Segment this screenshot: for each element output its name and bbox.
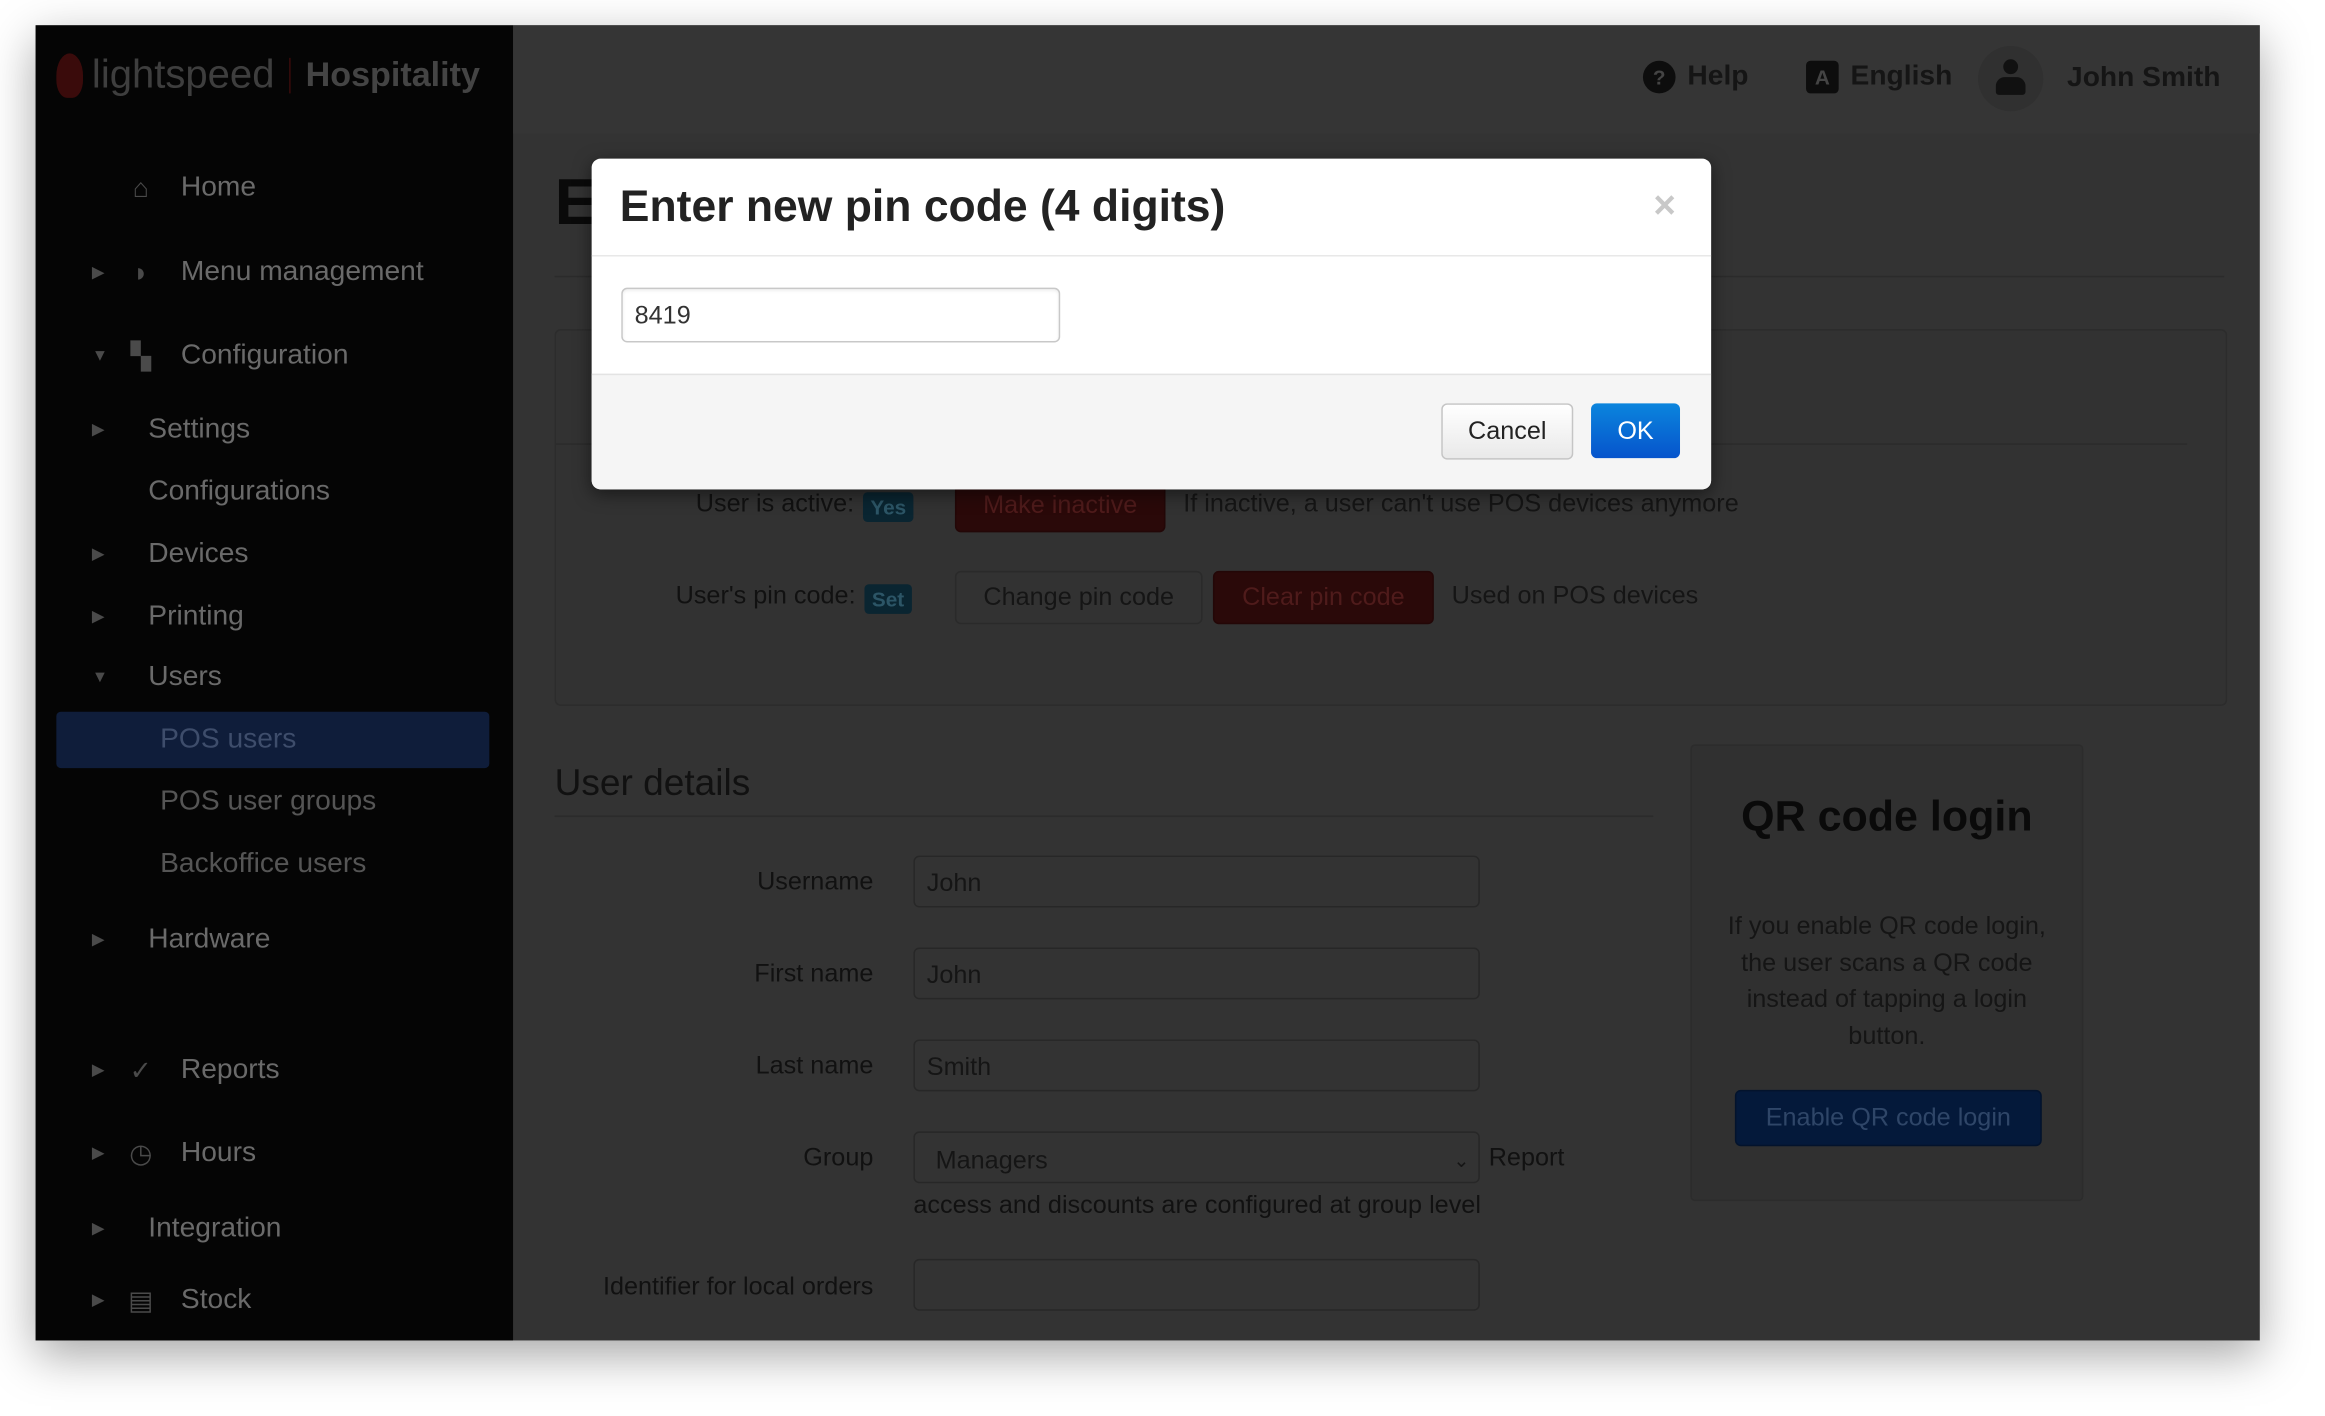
dialog-title: Enter new pin code (4 digits) xyxy=(619,182,1226,232)
enable-qr-login-button[interactable]: Enable QR code login xyxy=(1734,1089,2042,1147)
group-select[interactable]: Managers ⌄ xyxy=(913,1131,1480,1184)
divider xyxy=(591,255,1712,257)
close-icon[interactable]: × xyxy=(1653,182,1676,228)
pin-code-dialog: Enter new pin code (4 digits) × 8419 Can… xyxy=(591,158,1712,490)
group-selected-value: Managers xyxy=(935,1146,1048,1175)
active-status-badge: Yes xyxy=(862,492,914,522)
user-active-label: User is active: xyxy=(695,489,855,518)
dialog-footer: Cancel OK xyxy=(591,373,1712,490)
cancel-button[interactable]: Cancel xyxy=(1441,403,1574,460)
username-label: Username xyxy=(757,867,874,896)
divider xyxy=(554,815,1654,818)
pin-help-text: Used on POS devices xyxy=(1451,581,1699,610)
pin-status-badge: Set xyxy=(864,584,912,614)
first-name-input[interactable]: John xyxy=(913,947,1480,1000)
qr-login-panel: QR code login If you enable QR code logi… xyxy=(1690,744,2084,1202)
group-label: Group xyxy=(803,1143,874,1172)
pin-code-label: User's pin code: xyxy=(675,581,856,610)
last-name-input[interactable]: Smith xyxy=(913,1039,1480,1092)
group-help-text: Report xyxy=(1488,1143,1565,1172)
qr-login-title: QR code login xyxy=(1741,793,2033,841)
user-details-heading: User details xyxy=(554,762,751,804)
last-name-label: Last name xyxy=(755,1051,874,1080)
chevron-down-icon: ⌄ xyxy=(1453,1149,1470,1172)
inactive-help-text: If inactive, a user can't use POS device… xyxy=(1183,489,1739,518)
ok-button[interactable]: OK xyxy=(1591,403,1681,459)
clear-pin-code-button[interactable]: Clear pin code xyxy=(1212,570,1434,625)
pin-code-input[interactable]: 8419 xyxy=(621,287,1061,343)
first-name-label: First name xyxy=(754,959,874,988)
username-input[interactable]: John xyxy=(913,855,1480,908)
identifier-label: Identifier for local orders xyxy=(602,1272,874,1301)
qr-login-description: If you enable QR code login, the user sc… xyxy=(1727,911,2046,1050)
group-help-text-continued: access and discounts are configured at g… xyxy=(913,1190,1481,1219)
change-pin-code-button[interactable]: Change pin code xyxy=(954,570,1203,625)
identifier-input[interactable] xyxy=(913,1258,1480,1311)
